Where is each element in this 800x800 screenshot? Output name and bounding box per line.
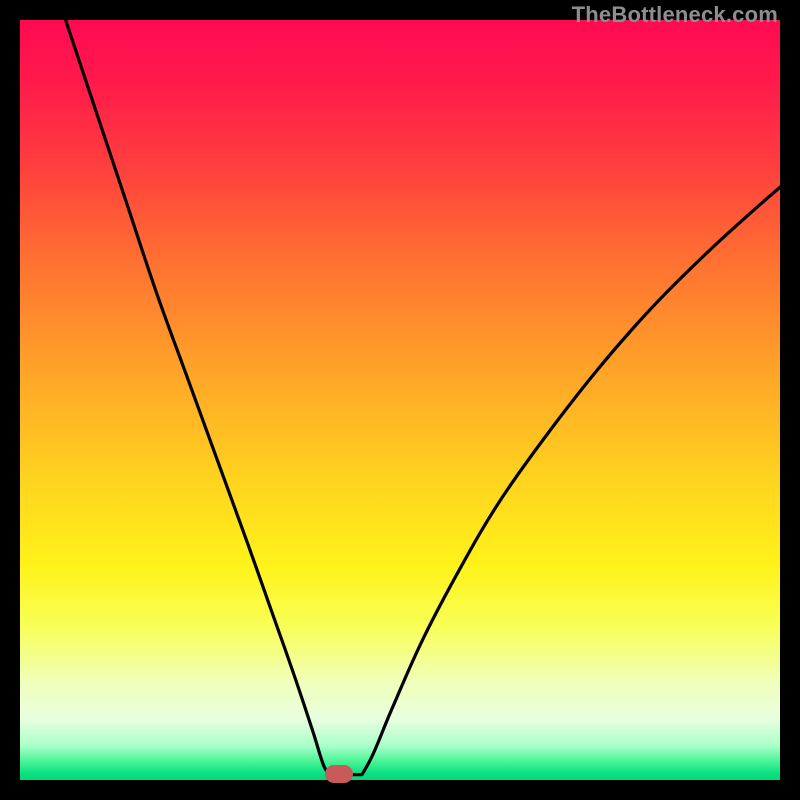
chart-svg <box>20 20 780 780</box>
chart-frame: TheBottleneck.com <box>0 0 800 800</box>
optimum-marker <box>325 765 353 783</box>
plot-area <box>20 20 780 780</box>
gradient-background <box>20 20 780 780</box>
watermark-text: TheBottleneck.com <box>572 2 778 28</box>
